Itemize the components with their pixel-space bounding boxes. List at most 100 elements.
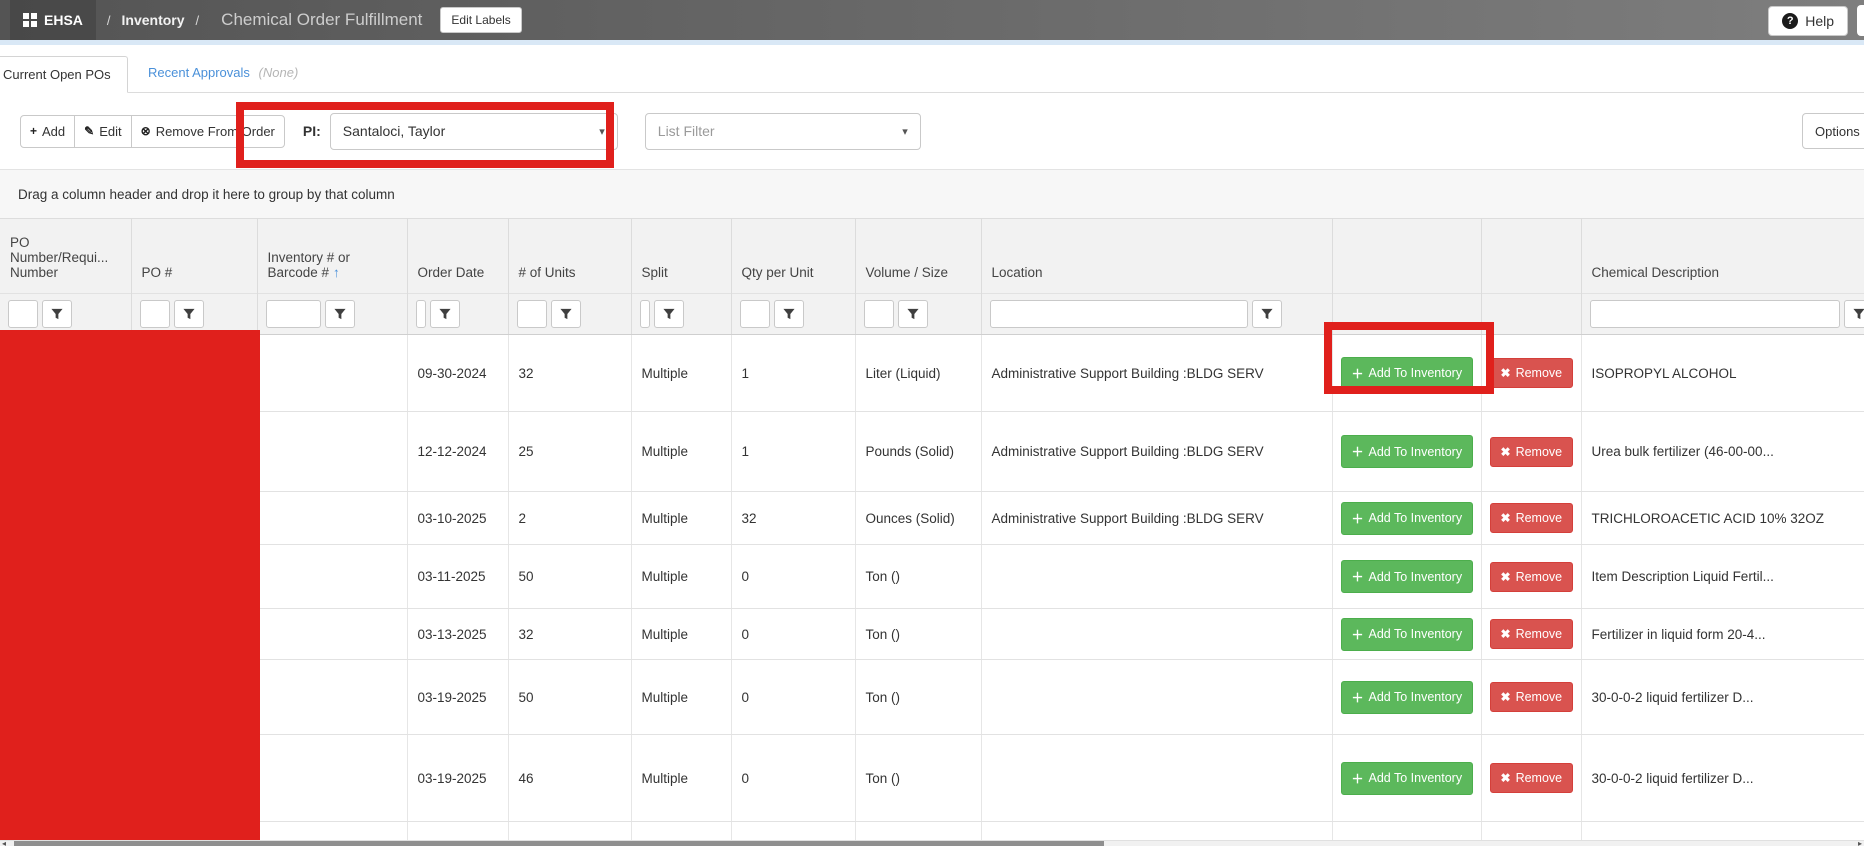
plus-icon: ＋ — [1352, 510, 1364, 527]
filter-cell-col5 — [508, 294, 631, 335]
scroll-right-arrow-icon[interactable]: ▸ — [1858, 841, 1862, 846]
filter-funnel-icon — [439, 308, 451, 320]
scroll-left-arrow-icon[interactable]: ◂ — [2, 841, 6, 846]
list-filter-select[interactable]: List Filter ▾ — [645, 113, 921, 150]
filter-input-col1[interactable] — [8, 300, 38, 328]
filter-button-col8[interactable] — [898, 300, 928, 328]
cell-qty-per-unit: 1 — [731, 412, 855, 492]
options-button[interactable]: Options ▾ — [1802, 113, 1864, 149]
cell-split: Multiple — [631, 609, 731, 660]
table-row: 03-13-202532Multiple0Ton ()＋ Add To Inve… — [0, 609, 1864, 660]
column-header-chemical-description[interactable]: Chemical Description — [1581, 219, 1864, 294]
column-header-volume-size[interactable]: Volume / Size — [855, 219, 981, 294]
filter-cell-col9 — [981, 294, 1332, 335]
remove-button[interactable]: ✖ Remove — [1490, 562, 1574, 592]
filter-cell-col1 — [0, 294, 131, 335]
cell-qty-per-unit: 0 — [731, 545, 855, 609]
remove-button[interactable]: ✖ Remove — [1490, 619, 1574, 649]
filter-cell-col12 — [1581, 294, 1864, 335]
filter-funnel-icon — [183, 308, 195, 320]
scrollbar-thumb[interactable] — [14, 841, 1104, 846]
caret-down-icon: ▾ — [902, 125, 908, 138]
filter-funnel-icon — [334, 308, 346, 320]
column-header-remove-actions — [1481, 219, 1581, 294]
remove-button[interactable]: ✖ Remove — [1490, 358, 1574, 388]
help-icon: ? — [1782, 13, 1798, 29]
cell-units: 32 — [508, 335, 631, 412]
cell-split: Multiple — [631, 492, 731, 545]
column-header-po-number[interactable]: PO # — [131, 219, 257, 294]
app-window: EHSA / Inventory / Chemical Order Fulfil… — [0, 0, 1864, 846]
horizontal-scrollbar[interactable]: ◂ ▸ — [0, 840, 1864, 846]
breadcrumb-inventory[interactable]: Inventory — [122, 12, 185, 28]
filter-input-col12[interactable] — [1590, 300, 1840, 328]
brand[interactable]: EHSA — [10, 0, 96, 40]
add-to-inventory-button[interactable]: ＋ Add To Inventory — [1341, 762, 1474, 795]
filter-input-col2[interactable] — [140, 300, 170, 328]
cell-add-action: ＋ Add To Inventory — [1332, 735, 1481, 822]
cell-order-date: 03-13-2025 — [407, 609, 508, 660]
column-header-split[interactable]: Split — [631, 219, 731, 294]
add-to-inventory-button[interactable]: ＋ Add To Inventory — [1341, 618, 1474, 651]
column-header-units[interactable]: # of Units — [508, 219, 631, 294]
add-button-label: Add — [42, 124, 65, 139]
topbar: EHSA / Inventory / Chemical Order Fulfil… — [0, 0, 1864, 40]
filter-button-col1[interactable] — [42, 300, 72, 328]
cell-chemical: 30-0-0-2 liquid fertilizer D... — [1581, 660, 1864, 735]
column-header-qty-per-unit[interactable]: Qty per Unit — [731, 219, 855, 294]
filter-input-col6[interactable] — [640, 300, 650, 328]
cell-volume-size: Ton () — [855, 660, 981, 735]
breadcrumb-separator: / — [196, 13, 200, 28]
x-icon: ✖ — [1501, 771, 1511, 785]
column-header-po-requisition[interactable]: PO Number/Requi... Number — [0, 219, 131, 294]
options-label: Options — [1815, 124, 1860, 139]
filter-input-col7[interactable] — [740, 300, 770, 328]
grid-body: 09-30-202432Multiple1Liter (Liquid)Admin… — [0, 335, 1864, 842]
redaction-box — [0, 330, 260, 840]
plus-icon: ＋ — [1352, 770, 1364, 787]
filter-input-col9[interactable] — [990, 300, 1248, 328]
edit-labels-button[interactable]: Edit Labels — [440, 7, 521, 33]
filter-button-col6[interactable] — [654, 300, 684, 328]
filter-button-col7[interactable] — [774, 300, 804, 328]
help-button[interactable]: ? Help — [1768, 6, 1848, 36]
remove-button[interactable]: ✖ Remove — [1490, 682, 1574, 712]
filter-button-col3[interactable] — [325, 300, 355, 328]
column-header-inventory-barcode[interactable]: Inventory # or Barcode #↑ — [257, 219, 407, 294]
column-header-location[interactable]: Location — [981, 219, 1332, 294]
table-row: 09-30-202432Multiple1Liter (Liquid)Admin… — [0, 335, 1864, 412]
cell-qty-per-unit: 32 — [731, 492, 855, 545]
tab-recent-approvals[interactable]: Recent Approvals (None) — [148, 65, 298, 80]
filter-input-col4[interactable] — [416, 300, 426, 328]
cell-add-action: ＋ Add To Inventory — [1332, 609, 1481, 660]
cell-inventory-barcode — [257, 545, 407, 609]
column-header-order-date[interactable]: Order Date — [407, 219, 508, 294]
filter-button-col12[interactable] — [1844, 300, 1864, 328]
cell-location: Administrative Support Building :BLDG SE… — [981, 335, 1332, 412]
pencil-icon: ✎ — [84, 124, 94, 138]
plus-icon: ＋ — [1352, 689, 1364, 706]
add-to-inventory-button[interactable]: ＋ Add To Inventory — [1341, 681, 1474, 714]
cell-remove-action: ✖ Remove — [1481, 492, 1581, 545]
filter-button-col2[interactable] — [174, 300, 204, 328]
tab-current-open-pos[interactable]: Current Open POs — [0, 56, 128, 93]
edit-button[interactable]: ✎ Edit — [74, 115, 131, 148]
remove-button[interactable]: ✖ Remove — [1490, 763, 1574, 793]
remove-button[interactable]: ✖ Remove — [1490, 437, 1574, 467]
remove-button[interactable]: ✖ Remove — [1490, 503, 1574, 533]
filter-button-col4[interactable] — [430, 300, 460, 328]
add-to-inventory-button[interactable]: ＋ Add To Inventory — [1341, 502, 1474, 535]
cell-add-action: ＋ Add To Inventory — [1332, 412, 1481, 492]
x-icon: ✖ — [1501, 445, 1511, 459]
cutoff-button[interactable] — [1857, 5, 1864, 36]
column-header-add-actions — [1332, 219, 1481, 294]
filter-input-col5[interactable] — [517, 300, 547, 328]
add-to-inventory-button[interactable]: ＋ Add To Inventory — [1341, 435, 1474, 468]
filter-button-col9[interactable] — [1252, 300, 1282, 328]
filter-input-col8[interactable] — [864, 300, 894, 328]
cell-order-date: 09-30-2024 — [407, 335, 508, 412]
filter-button-col5[interactable] — [551, 300, 581, 328]
filter-input-col3[interactable] — [266, 300, 321, 328]
add-button[interactable]: + Add — [20, 115, 75, 148]
add-to-inventory-button[interactable]: ＋ Add To Inventory — [1341, 560, 1474, 593]
